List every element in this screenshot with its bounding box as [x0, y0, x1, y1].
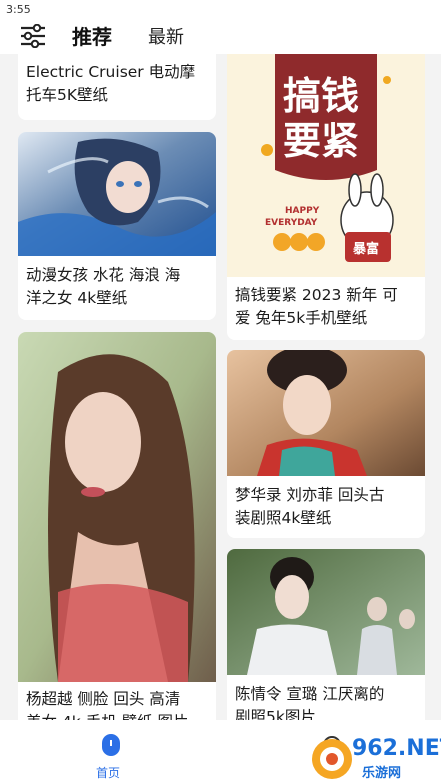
card-title-line: Electric Cruiser 电动摩	[26, 63, 196, 81]
watermark-sub: 乐游网	[362, 766, 402, 781]
image-seal: 暴富	[353, 242, 380, 257]
wallpaper-card[interactable]: 杨超越 侧脸 回头 高清 美女 4k 手机 壁纸 图片	[18, 332, 216, 732]
card-title-line: 陈情令 宣璐 江厌离的	[235, 685, 385, 703]
wallpaper-thumbnail: 搞钱 要紧 HAPPY EVERYDAY 暴富	[227, 20, 425, 277]
home-icon[interactable]	[100, 732, 122, 758]
image-text-line: 搞钱	[283, 74, 360, 118]
top-bar: 推荐 最新	[0, 18, 441, 54]
wallpaper-card[interactable]: 陈情令 宣璐 江厌离的 剧照5k图片	[227, 549, 425, 729]
card-title-line: 梦华录 刘亦菲 回头古	[235, 486, 385, 504]
filter-icon[interactable]	[20, 24, 46, 48]
status-time: 3:55	[6, 3, 31, 16]
card-title-line: 洋之女 4k壁纸	[26, 289, 128, 307]
card-title: 梦华录 刘亦菲 回头古 装剧照4k壁纸	[235, 484, 419, 530]
image-banner: EVERYDAY	[265, 218, 318, 228]
card-title: 动漫女孩 水花 海浪 海 洋之女 4k壁纸	[26, 264, 210, 310]
card-title-line: 搞钱要紧 2023 新年 可	[235, 286, 398, 304]
app-screen: 3:55 推荐 最新 Voxan Wattman Electric Cruise…	[0, 0, 441, 784]
wallpaper-thumbnail	[227, 549, 425, 675]
wallpaper-thumbnail	[18, 332, 216, 682]
card-title-line: 动漫女孩 水花 海浪 海	[26, 266, 181, 284]
nav-home-label[interactable]: 首页	[96, 764, 120, 781]
wallpaper-thumbnail	[18, 132, 216, 256]
tab-recommend[interactable]: 推荐	[72, 21, 112, 50]
card-title-line: 装剧照4k壁纸	[235, 509, 332, 527]
wallpaper-thumbnail	[227, 350, 425, 476]
card-title-line: 托车5K壁纸	[26, 86, 109, 104]
wallpaper-card[interactable]: 动漫女孩 水花 海浪 海 洋之女 4k壁纸	[18, 132, 216, 320]
watermark-brand: 962.NET	[352, 736, 441, 761]
card-title: 搞钱要紧 2023 新年 可 爱 兔年5k手机壁纸	[235, 284, 419, 330]
tab-latest[interactable]: 最新	[148, 23, 184, 49]
image-text-line: 要紧	[283, 119, 360, 163]
status-bar: 3:55	[0, 0, 441, 20]
image-banner: HAPPY	[285, 206, 320, 216]
card-title-line: 杨超越 侧脸 回头 高清	[26, 690, 181, 708]
wallpaper-card[interactable]: 梦华录 刘亦菲 回头古 装剧照4k壁纸	[227, 350, 425, 538]
wallpaper-card[interactable]: 搞钱 要紧 HAPPY EVERYDAY 暴富 搞钱要紧 2023 新年 可 爱…	[227, 20, 425, 340]
card-title-line: 爱 兔年5k手机壁纸	[235, 309, 368, 327]
